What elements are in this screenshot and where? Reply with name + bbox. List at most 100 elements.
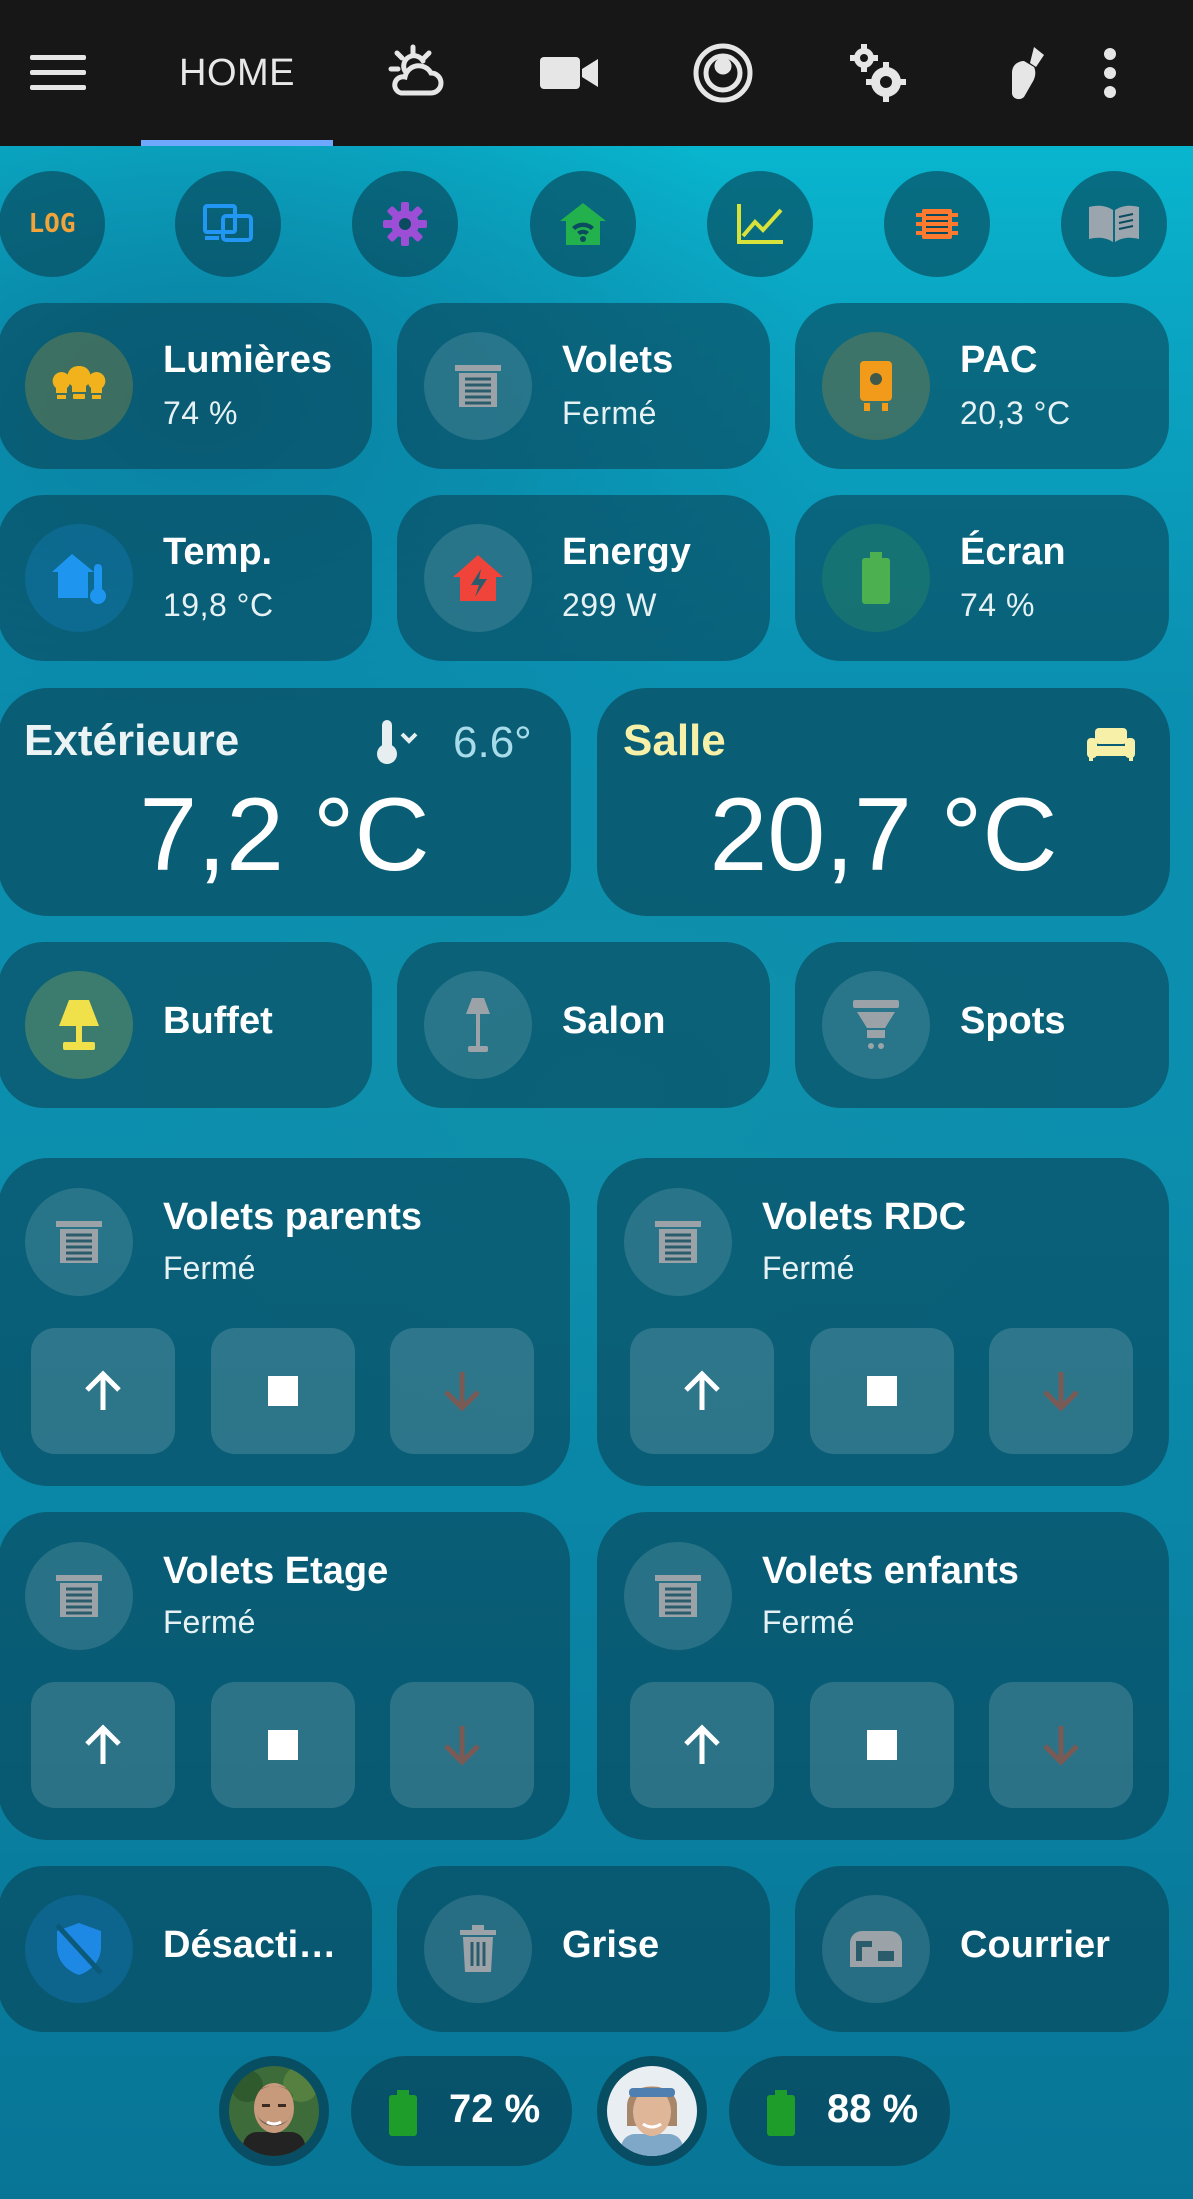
tile-grise[interactable]: Grise — [397, 1866, 770, 2032]
arrow-down-icon — [1043, 1372, 1079, 1412]
cover-state: Fermé — [163, 1604, 256, 1640]
arrow-down-icon — [444, 1726, 480, 1766]
tile-spots[interactable]: Spots — [795, 942, 1169, 1108]
tab-home[interactable]: HOME — [141, 0, 333, 146]
cover-open-button[interactable] — [630, 1682, 774, 1808]
cover-name: Volets parents — [163, 1196, 423, 1238]
window-shutter-icon — [624, 1542, 732, 1650]
cover-name: Volets enfants — [762, 1550, 1019, 1592]
tile-name: Écran — [960, 531, 1066, 573]
temperature-value: 20,7 °C — [709, 777, 1058, 893]
cover-state: Fermé — [762, 1250, 855, 1286]
settings-icon — [383, 202, 427, 246]
stop-icon — [867, 1730, 897, 1760]
watering-can-icon[interactable] — [992, 0, 1062, 146]
book-open-icon — [1089, 205, 1139, 242]
person-avatar-woman[interactable] — [597, 2056, 707, 2166]
battery-value: 88 % — [827, 2087, 919, 2131]
devices-icon — [203, 204, 253, 242]
temperature-value: 7,2 °C — [139, 777, 430, 893]
arrow-down-icon — [444, 1372, 480, 1412]
card-temperature-salle[interactable]: Salle 20,7 °C — [597, 688, 1170, 916]
tile-state: 299 W — [562, 587, 657, 623]
cover-open-button[interactable] — [630, 1328, 774, 1454]
battery-icon — [767, 2090, 795, 2136]
home-wifi-icon — [560, 203, 606, 245]
tile-salon[interactable]: Salon — [397, 942, 770, 1108]
cover-volets-parents[interactable]: Volets parents Fermé — [0, 1158, 570, 1486]
battery-icon — [822, 524, 930, 632]
cover-stop-button[interactable] — [211, 1328, 355, 1454]
card-temperature-exterieure[interactable]: Extérieure 6.6° 7,2 °C — [0, 688, 571, 916]
home-lightning-icon — [424, 524, 532, 632]
mailbox-icon — [822, 1895, 930, 2003]
cover-close-button[interactable] — [989, 1682, 1133, 1808]
log-icon: LOG — [28, 209, 76, 239]
battery-badge-2[interactable]: 88 % — [729, 2056, 950, 2166]
arrow-up-icon — [85, 1370, 121, 1410]
settings-button[interactable] — [352, 171, 458, 277]
cover-stop-button[interactable] — [810, 1328, 954, 1454]
chip-button[interactable] — [884, 171, 990, 277]
tile-energy[interactable]: Energy 299 W — [397, 495, 770, 661]
cover-close-button[interactable] — [989, 1328, 1133, 1454]
battery-value: 72 % — [449, 2087, 541, 2131]
person-avatar-man[interactable] — [219, 2056, 329, 2166]
cover-open-button[interactable] — [31, 1682, 175, 1808]
arrow-up-icon — [684, 1724, 720, 1764]
chip-icon — [916, 209, 958, 239]
menu-icon[interactable] — [20, 0, 96, 146]
card-title: Extérieure — [24, 716, 240, 765]
window-shutter-icon — [424, 332, 532, 440]
tile-state: Fermé — [562, 395, 657, 431]
tile-buffet[interactable]: Buffet — [0, 942, 372, 1108]
weather-partly-cloudy-icon[interactable] — [376, 0, 454, 146]
tile-courrier[interactable]: Courrier — [795, 1866, 1169, 2032]
tile-name: Buffet — [163, 1000, 273, 1042]
tile-temp[interactable]: Temp. 19,8 °C — [0, 495, 372, 661]
book-button[interactable] — [1061, 171, 1167, 277]
tab-home-label: HOME — [179, 51, 295, 94]
cover-name: Volets Etage — [163, 1550, 389, 1592]
devices-button[interactable] — [175, 171, 281, 277]
tab-active-indicator — [141, 140, 333, 146]
tile-pac[interactable]: PAC 20,3 °C — [795, 303, 1169, 469]
lightbulb-group-icon — [25, 332, 133, 440]
battery-badge-1[interactable]: 72 % — [351, 2056, 572, 2166]
home-wifi-button[interactable] — [530, 171, 636, 277]
window-shutter-icon — [624, 1188, 732, 1296]
stop-icon — [268, 1376, 298, 1406]
chart-line-button[interactable] — [707, 171, 813, 277]
tile-alarm[interactable]: Désacti… — [0, 1866, 372, 2032]
cogs-icon[interactable] — [838, 0, 916, 146]
cover-close-button[interactable] — [390, 1328, 534, 1454]
cover-stop-button[interactable] — [810, 1682, 954, 1808]
shield-off-icon — [25, 1895, 133, 2003]
cover-volets-etage[interactable]: Volets Etage Fermé — [0, 1512, 570, 1840]
cover-close-button[interactable] — [390, 1682, 534, 1808]
cover-volets-rdc[interactable]: Volets RDC Fermé — [597, 1158, 1169, 1486]
arrow-up-icon — [684, 1370, 720, 1410]
window-shutter-icon — [25, 1542, 133, 1650]
tile-name: Salon — [562, 1000, 666, 1042]
floor-lamp-icon — [424, 971, 532, 1079]
thermometer-chevron-down-icon — [372, 718, 422, 771]
tile-volets[interactable]: Volets Fermé — [397, 303, 770, 469]
log-button[interactable]: LOG — [0, 171, 105, 277]
tile-lumieres[interactable]: Lumières 74 % — [0, 303, 372, 469]
tile-ecran[interactable]: Écran 74 % — [795, 495, 1169, 661]
chart-line-icon — [737, 204, 783, 244]
cover-volets-enfants[interactable]: Volets enfants Fermé — [597, 1512, 1169, 1840]
cover-state: Fermé — [163, 1250, 256, 1286]
tile-state: 74 % — [163, 395, 238, 431]
more-vertical-icon[interactable] — [1096, 0, 1124, 146]
tile-name: Désacti… — [163, 1924, 337, 1966]
cover-stop-button[interactable] — [211, 1682, 355, 1808]
cover-open-button[interactable] — [31, 1328, 175, 1454]
robot-vacuum-icon[interactable] — [684, 0, 762, 146]
tile-state: 19,8 °C — [163, 587, 274, 623]
sofa-icon — [1085, 726, 1137, 767]
tile-name: PAC — [960, 339, 1038, 381]
camera-icon[interactable] — [530, 0, 608, 146]
ceiling-light-icon — [822, 971, 930, 1079]
